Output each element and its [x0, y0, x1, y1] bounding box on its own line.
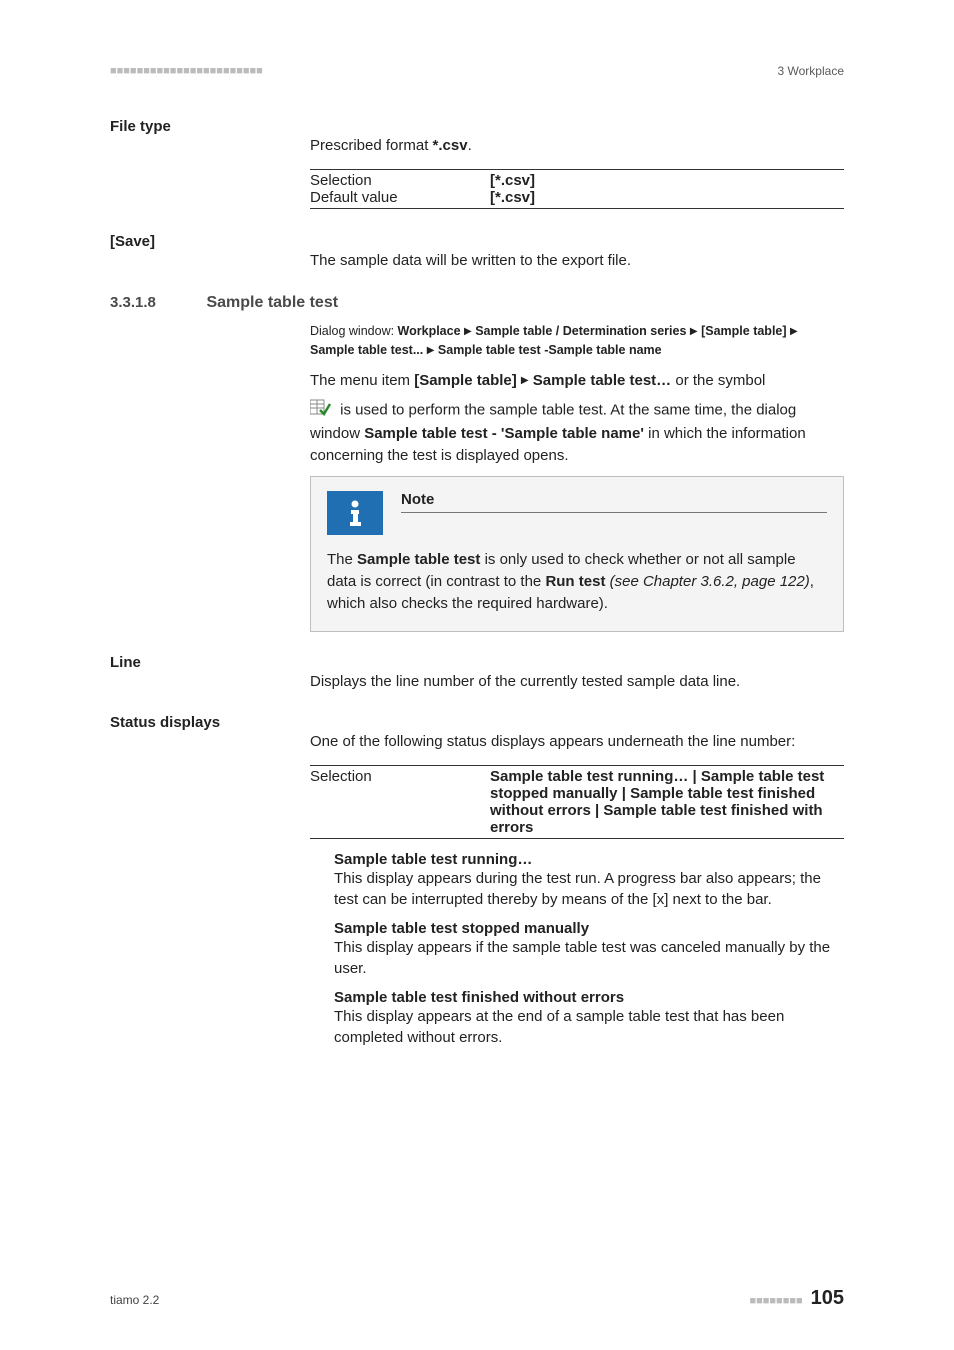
text-run-bold: Sample table test… — [533, 372, 671, 389]
file-type-text-post: . — [468, 137, 472, 154]
kv-key: Selection — [310, 768, 490, 836]
section-title: Sample table test — [206, 294, 338, 312]
text-run: The — [327, 551, 357, 568]
header-right: 3 Workplace — [778, 64, 844, 78]
status-item-heading: Sample table test stopped manually — [334, 920, 844, 937]
table-row: Default value [*.csv] — [310, 189, 844, 206]
status-item-description: This display appears during the test run… — [334, 868, 844, 910]
status-displays-label: Status displays — [110, 714, 310, 731]
breadcrumb-part: Workplace — [398, 324, 461, 338]
section-number: 3.3.1.8 — [110, 294, 202, 311]
breadcrumb-part: Sample table / Determination series — [475, 324, 686, 338]
table-row: Selection [*.csv] — [310, 172, 844, 189]
status-option: Sample table test running… — [490, 768, 688, 785]
text-run-bold: Run test — [545, 573, 605, 590]
text-run: The menu item — [310, 372, 414, 389]
divider — [310, 765, 844, 766]
breadcrumb-part: Sample table test... — [310, 343, 423, 357]
section-paragraph-2: is used to perform the sample table test… — [310, 398, 844, 466]
divider — [310, 838, 844, 839]
divider — [310, 208, 844, 209]
note-box: Note The Sample table test is only used … — [310, 476, 844, 631]
file-type-text: Prescribed format *.csv. — [310, 135, 844, 157]
info-icon — [327, 491, 383, 535]
text-run: or the symbol — [671, 372, 765, 389]
section-heading: 3.3.1.8 Sample table test — [110, 294, 844, 312]
kv-key: Default value — [310, 189, 490, 206]
section-paragraph-1: The menu item [Sample table] ▶ Sample ta… — [310, 370, 844, 392]
status-item-description: This display appears if the sample table… — [334, 937, 844, 979]
breadcrumb: Dialog window: Workplace ▶ Sample table … — [310, 322, 844, 361]
chevron-right-icon: ▶ — [427, 345, 435, 356]
status-item-description: This display appears at the end of a sam… — [334, 1006, 844, 1048]
text-run-bold: Sample table test — [357, 551, 480, 568]
page-footer: tiamo 2.2 ■■■■■■■■ 105 — [110, 1287, 844, 1310]
chevron-right-icon: ▶ — [521, 375, 529, 386]
footer-left: tiamo 2.2 — [110, 1293, 159, 1307]
breadcrumb-part: Sample table test -Sample table name — [438, 343, 662, 357]
sample-table-test-icon — [310, 398, 332, 423]
chevron-right-icon: ▶ — [464, 325, 472, 336]
footer-dashes: ■■■■■■■■ — [749, 1295, 802, 1307]
status-intro: One of the following status displays app… — [310, 731, 844, 753]
kv-value: [*.csv] — [490, 172, 844, 189]
note-body: The Sample table test is only used to ch… — [327, 549, 827, 614]
chevron-right-icon: ▶ — [790, 325, 798, 336]
list-item: Sample table test stopped manually This … — [334, 920, 844, 979]
chevron-right-icon: ▶ — [690, 325, 698, 336]
page-header: ■■■■■■■■■■■■■■■■■■■■■■■ 3 Workplace — [110, 64, 844, 78]
file-type-text-pre: Prescribed format — [310, 137, 433, 154]
save-label: [Save] — [110, 233, 310, 250]
note-title: Note — [401, 491, 827, 513]
text-run-bold: [Sample table] — [414, 372, 517, 389]
file-type-table: Selection [*.csv] Default value [*.csv] — [310, 172, 844, 206]
text-run-italic: (see Chapter 3.6.2, page 122) — [605, 573, 809, 590]
line-text: Displays the line number of the currentl… — [310, 671, 844, 693]
list-item: Sample table test finished without error… — [334, 989, 844, 1048]
status-selection-table: Selection Sample table test running… | S… — [310, 768, 844, 836]
divider — [310, 169, 844, 170]
table-row: Selection Sample table test running… | S… — [310, 768, 844, 836]
header-dashes: ■■■■■■■■■■■■■■■■■■■■■■■ — [110, 65, 263, 77]
line-label: Line — [110, 654, 310, 671]
breadcrumb-part: [Sample table] — [701, 324, 786, 338]
kv-value: Sample table test running… | Sample tabl… — [490, 768, 844, 836]
status-item-heading: Sample table test running… — [334, 851, 844, 868]
file-type-label: File type — [110, 118, 310, 135]
page-number: 105 — [811, 1287, 844, 1310]
file-type-format: *.csv — [433, 137, 468, 154]
list-item: Sample table test running… This display … — [334, 851, 844, 910]
save-text: The sample data will be written to the e… — [310, 250, 844, 272]
text-run-bold: Sample table test - 'Sample table name' — [364, 425, 644, 442]
status-item-heading: Sample table test finished without error… — [334, 989, 844, 1006]
status-list: Sample table test running… This display … — [310, 851, 844, 1048]
kv-key: Selection — [310, 172, 490, 189]
kv-value: [*.csv] — [490, 189, 844, 206]
breadcrumb-label: Dialog window: — [310, 324, 398, 338]
